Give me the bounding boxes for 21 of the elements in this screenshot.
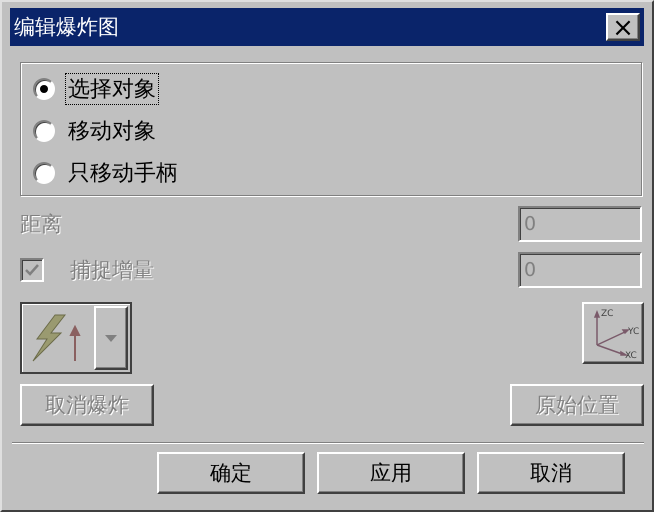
dialog-button[interactable]: 取消 <box>477 452 625 494</box>
dropdown-button[interactable] <box>94 306 128 370</box>
close-button[interactable]: × <box>606 13 640 41</box>
dialog-button[interactable]: 确定 <box>157 452 305 494</box>
radio-label[interactable]: 选择对象 <box>65 73 159 105</box>
axis-label: ZC <box>601 309 614 319</box>
axis-label: YC <box>628 327 639 337</box>
axis-button[interactable]: ZC YC XC <box>582 302 644 364</box>
check-icon <box>24 263 40 277</box>
dialog-button[interactable]: 应用 <box>317 452 465 494</box>
window-title: 编辑爆炸图 <box>14 14 119 41</box>
axis-label: XC <box>625 351 637 359</box>
radio-button[interactable] <box>33 162 55 184</box>
radio-label[interactable]: 只移动手柄 <box>65 157 181 189</box>
explode-tool-button[interactable] <box>20 302 132 374</box>
radio-button[interactable] <box>33 78 55 100</box>
caret-icon <box>105 334 117 342</box>
snap-label: 捕捉增量 <box>70 257 154 284</box>
radio-label[interactable]: 移动对象 <box>65 115 159 147</box>
radio-button[interactable] <box>33 120 55 142</box>
distance-label: 距离 <box>20 211 62 238</box>
